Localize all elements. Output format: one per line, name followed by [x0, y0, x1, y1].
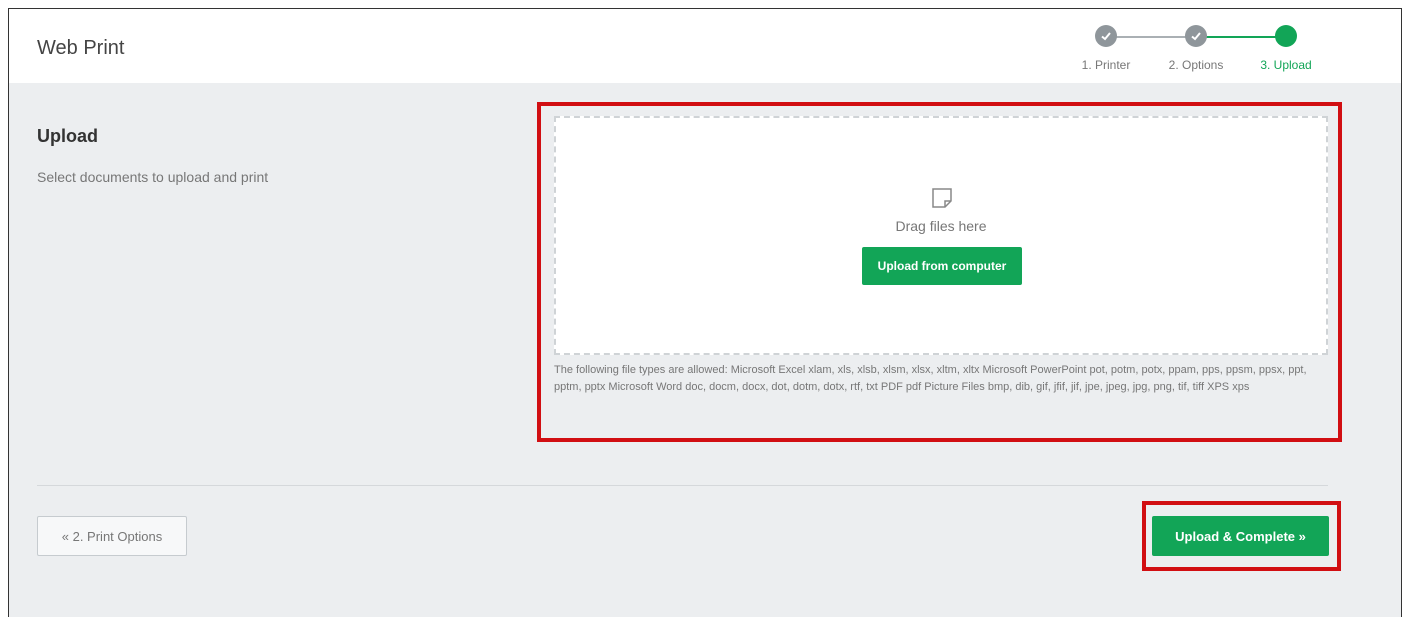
upload-from-computer-button[interactable]: Upload from computer [862, 247, 1022, 285]
drag-files-text: Drag files here [895, 218, 987, 234]
step-label: 3. Upload [1260, 58, 1312, 72]
header-bar: Web Print 1. Printer 2. Options 3. Uploa… [9, 9, 1401, 83]
step-printer[interactable]: 1. Printer [1061, 25, 1151, 72]
web-print-window: Web Print 1. Printer 2. Options 3. Uploa… [8, 8, 1402, 617]
section-description: Select documents to upload and print [37, 169, 269, 185]
step-label: 1. Printer [1081, 58, 1131, 72]
step-options[interactable]: 2. Options [1151, 25, 1241, 72]
file-icon [932, 188, 952, 208]
step-upload: 3. Upload [1241, 25, 1331, 72]
previous-step-button[interactable]: « 2. Print Options [37, 516, 187, 556]
upload-complete-button[interactable]: Upload & Complete » [1152, 516, 1329, 556]
file-dropzone[interactable]: Drag files here Upload from computer [554, 116, 1328, 355]
section-title: Upload [37, 126, 98, 146]
progress-stepper: 1. Printer 2. Options 3. Upload [1069, 25, 1349, 81]
step-label: 2. Options [1168, 58, 1224, 72]
app-title: Web Print [37, 37, 125, 59]
allowed-file-types-text: The following file types are allowed: Mi… [554, 364, 1307, 393]
checkmark-icon [1185, 25, 1207, 47]
divider [37, 485, 1328, 486]
checkmark-icon [1095, 25, 1117, 47]
active-step-icon [1275, 25, 1297, 47]
